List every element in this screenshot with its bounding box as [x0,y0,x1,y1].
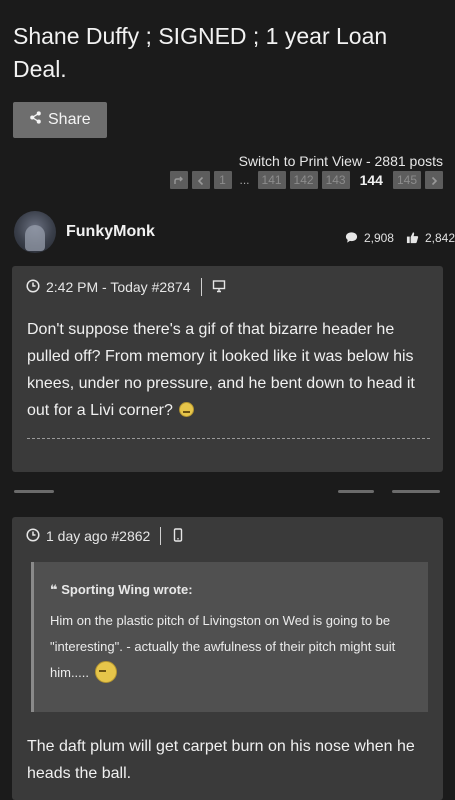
prev-page-button[interactable] [191,171,210,189]
print-view-link[interactable]: Switch to Print View - 2881 posts [239,153,443,169]
quote-author[interactable]: ❝ Sporting Wing wrote: [50,582,193,598]
thumbs-up-icon [406,231,419,245]
thread-title: Shane Duffy ; SIGNED ; 1 year Loan Deal. [13,23,388,82]
page-current: 144 [359,172,383,188]
quote-block: ❝ Sporting Wing wrote: Him on the plasti… [31,562,428,712]
quote-author-text: Sporting Wing wrote: [61,582,193,597]
desktop-icon [212,279,226,296]
page-143[interactable]: 143 [321,171,350,189]
quote-text: Him on the plastic pitch of Livingston o… [50,608,420,686]
post-body: The daft plum will get carpet burn on hi… [27,738,415,782]
grimace-emoji-icon [95,661,118,683]
signature-divider [27,438,430,439]
post-body-text: Don't suppose there's a gif of that biza… [27,321,415,419]
page-145[interactable]: 145 [392,171,421,189]
share-label: Share [48,111,91,128]
mobile-icon [171,527,185,545]
post-username[interactable]: FunkyMonk [66,223,155,241]
page-first[interactable]: 1 [213,171,232,189]
user-stats: 2,908 2,842 [345,231,455,245]
share-button[interactable]: Share [13,102,107,138]
meta-separator [200,278,202,296]
chevron-right-icon [429,173,439,187]
comments-count: 2,908 [363,231,394,245]
meta-separator [160,527,162,545]
clock-icon [26,278,40,296]
jump-to-page-button[interactable] [169,171,188,189]
quote-icon: ❝ [50,582,62,597]
post-body: Don't suppose there's a gif of that biza… [27,316,427,424]
pagination: 1 ... 141 142 143 144 145 [169,171,443,189]
post-timestamp[interactable]: 2:42 PM - Today #2874 [46,279,191,295]
next-page-button[interactable] [425,171,443,189]
page-141[interactable]: 141 [257,171,286,189]
post-meta: 1 day ago #2862 [26,527,185,545]
clock-icon [26,527,40,545]
jump-arrow-icon [173,173,184,187]
avatar[interactable] [14,211,56,253]
likes-count: 2,842 [424,231,455,245]
page-ellipsis: ... [239,173,250,187]
share-icon [29,111,42,129]
post-card: 1 day ago #2862 ❝ Sporting Wing wrote: H… [12,517,443,800]
post-timestamp[interactable]: 1 day ago #2862 [46,528,150,544]
post-card: 2:42 PM - Today #2874 Don't suppose ther… [12,266,443,472]
chevron-left-icon [196,173,206,187]
blurred-post-header [0,487,455,497]
post-meta: 2:42 PM - Today #2874 [26,278,226,296]
emoji-icon [178,402,194,417]
page-142[interactable]: 142 [289,171,318,189]
comment-icon [345,231,358,245]
